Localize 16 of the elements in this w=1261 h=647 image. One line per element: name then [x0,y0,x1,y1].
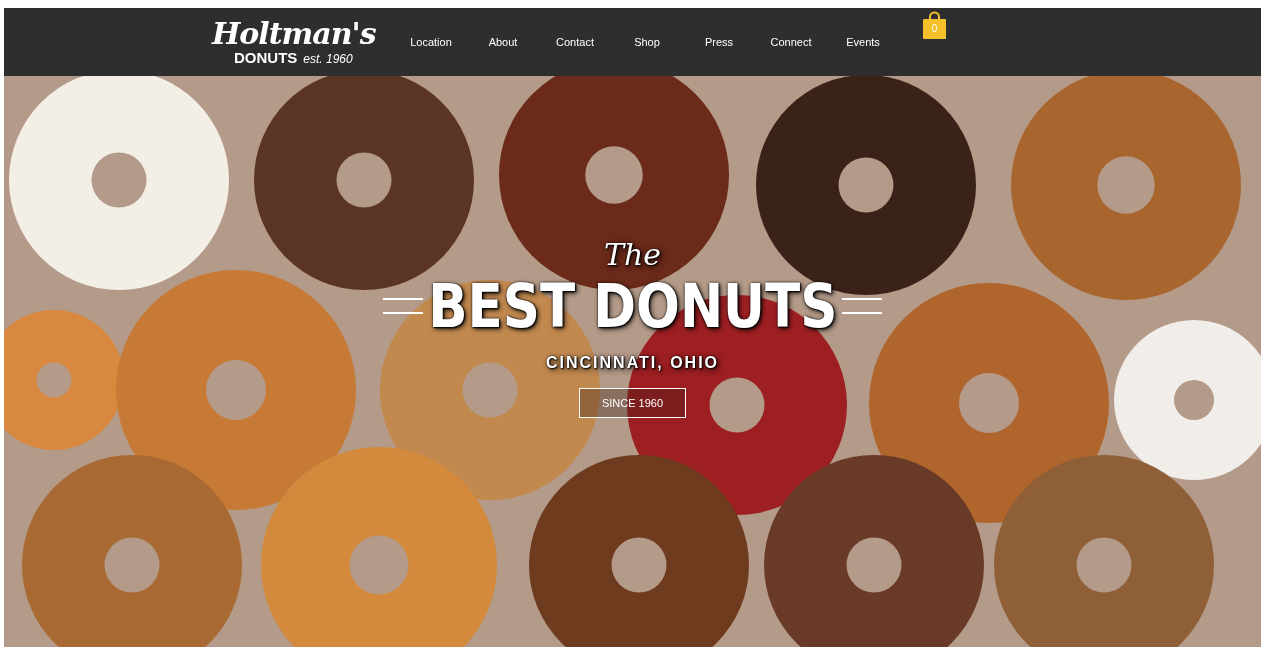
nav-link[interactable]: Events [827,36,899,48]
hero-kicker: The [603,238,662,272]
nav-link[interactable]: About [467,36,539,48]
nav-link[interactable]: Connect [755,36,827,48]
nav-link[interactable]: Shop [611,36,683,48]
nav-link[interactable]: Contact [539,36,611,48]
shopping-bag-icon [923,11,946,39]
logo-wordmark[interactable]: Holtman's [212,18,376,49]
decorative-lines [382,298,423,314]
nav-link[interactable]: Press [683,36,755,48]
decorative-lines [842,298,883,314]
since-button[interactable]: SINCE 1960 [578,388,687,418]
logo-subtitle: DONUTS [234,48,298,66]
cart-count: 0 [930,23,939,34]
nav-link[interactable]: Location [395,36,467,48]
logo-established: est. 1960 [303,51,353,66]
